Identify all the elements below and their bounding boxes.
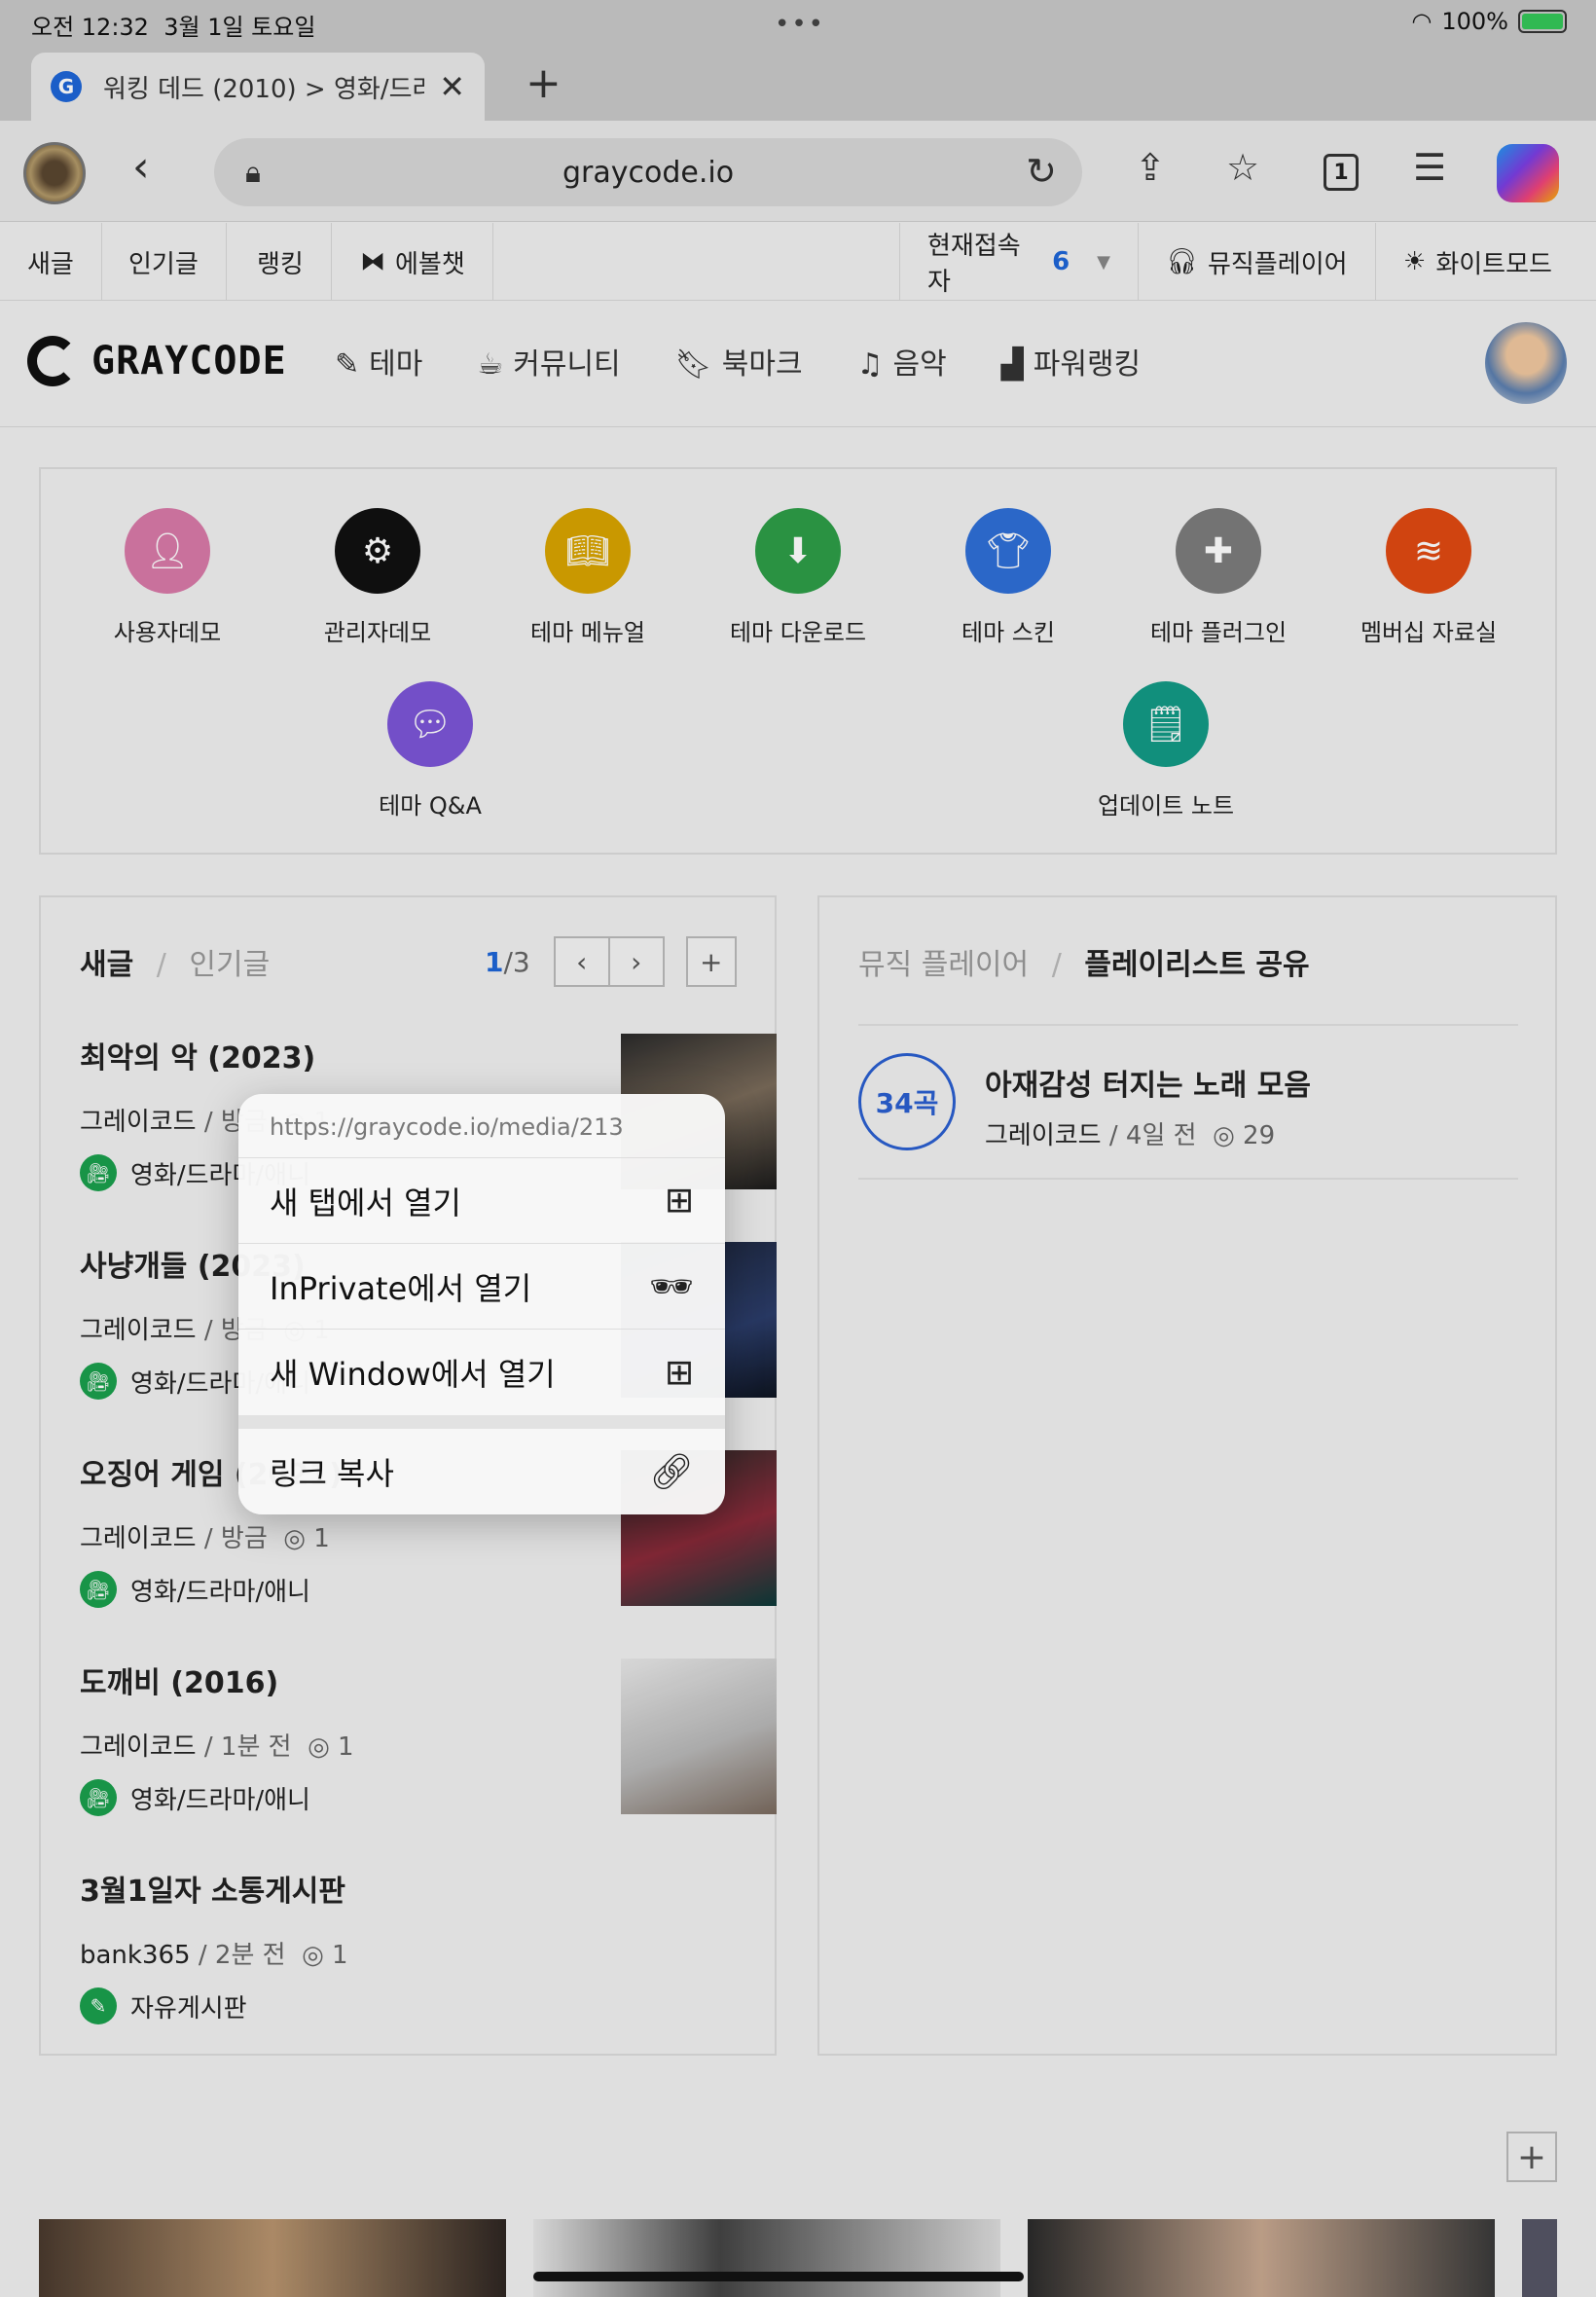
- context-url: https://graycode.io/media/213: [238, 1094, 725, 1158]
- open-inprivate-item[interactable]: InPrivate에서 열기 🕶︎: [238, 1244, 725, 1330]
- new-window-icon: ⊞: [664, 1352, 694, 1393]
- open-new-window-item[interactable]: 새 Window에서 열기 ⊞: [238, 1330, 725, 1415]
- link-context-menu: https://graycode.io/media/213 새 탭에서 열기 ⊞ …: [238, 1094, 725, 1514]
- open-new-tab-item[interactable]: 새 탭에서 열기 ⊞: [238, 1158, 725, 1244]
- incognito-icon: 🕶︎: [649, 1266, 694, 1307]
- new-tab-plus-icon: ⊞: [664, 1181, 694, 1221]
- home-indicator[interactable]: [533, 2272, 1024, 2281]
- link-icon: 🔗︎: [649, 1452, 694, 1492]
- menu-divider: [238, 1415, 725, 1429]
- copy-link-item[interactable]: 링크 복사 🔗︎: [238, 1429, 725, 1514]
